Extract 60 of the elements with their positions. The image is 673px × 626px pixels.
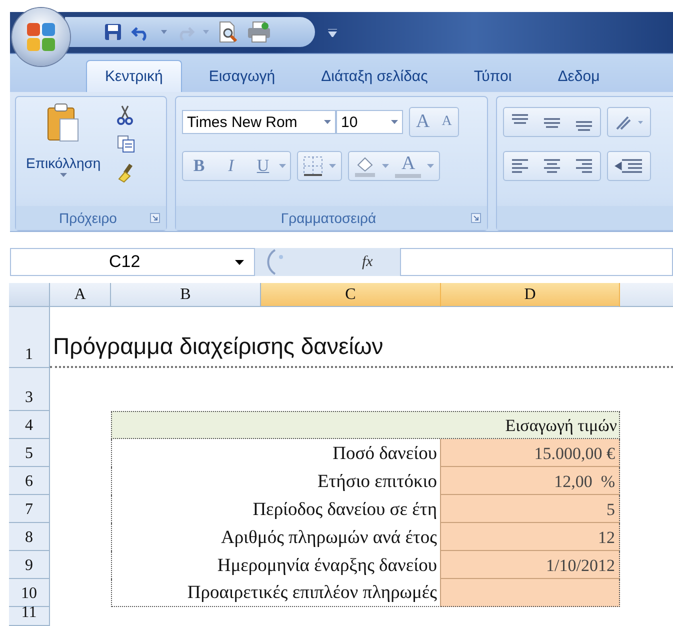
row-header[interactable]: 8	[9, 523, 50, 551]
paste-button[interactable]: Επικόλληση	[22, 103, 105, 200]
column-header[interactable]: D	[441, 283, 620, 307]
decrease-indent-icon[interactable]	[614, 157, 644, 175]
dialog-launcher-icon[interactable]	[150, 213, 160, 223]
ribbon-tab[interactable]: Κεντρική	[86, 60, 182, 92]
dialog-launcher-icon[interactable]	[471, 213, 481, 223]
group-label: Γραμματοσειρά	[280, 210, 378, 226]
print-preview-icon[interactable]	[217, 21, 239, 43]
clipboard-icon	[46, 103, 80, 143]
group-label: Πρόχειρο	[58, 210, 118, 226]
row-header[interactable]: 11	[9, 607, 50, 626]
formula-input[interactable]	[400, 248, 673, 276]
save-icon[interactable]	[103, 22, 123, 42]
table-cell: 5	[441, 495, 620, 523]
fill-color-icon[interactable]	[354, 155, 376, 177]
borders-icon[interactable]	[303, 156, 324, 176]
cut-icon[interactable]	[116, 105, 133, 125]
row-header[interactable]: 1	[9, 307, 50, 368]
caret-icon	[60, 173, 67, 177]
office-button[interactable]	[12, 8, 70, 66]
column-header[interactable]: C	[261, 283, 441, 307]
dropdown-caret-icon	[235, 260, 244, 264]
row-header[interactable]: 10	[9, 579, 50, 607]
row-header[interactable]: 3	[9, 368, 50, 411]
table-cell: 12,00 %	[441, 467, 620, 495]
caret-icon	[391, 120, 398, 124]
font-name-field[interactable]: Times New Rom	[182, 110, 336, 134]
ribbon-tab[interactable]: Δεδομ	[538, 60, 619, 92]
row-header[interactable]: 5	[9, 439, 50, 467]
row-header[interactable]: 7	[9, 495, 50, 523]
align-right-icon[interactable]	[574, 157, 594, 175]
caret-icon	[427, 164, 434, 168]
table-cell: 15.000,00 €	[441, 439, 620, 467]
ribbon-tab[interactable]: Εισαγωγή	[190, 60, 294, 92]
header-strip	[620, 283, 673, 307]
align-left-icon[interactable]	[510, 157, 530, 175]
caret-icon	[382, 164, 390, 168]
copy-icon[interactable]	[116, 135, 135, 153]
customize-caret-icon[interactable]	[328, 29, 337, 37]
row-header[interactable]: 9	[9, 551, 50, 579]
printer-icon[interactable]	[247, 21, 271, 43]
logo-icon	[26, 22, 56, 52]
insert-function-button[interactable]: fx	[358, 254, 377, 270]
column-header[interactable]: B	[111, 283, 261, 307]
font-size-field[interactable]: 10	[336, 110, 403, 134]
table-cell: 1/10/2012	[441, 551, 620, 579]
column-heading: Εισαγωγή τιμών	[505, 416, 617, 436]
caret-icon	[329, 164, 336, 168]
ribbon-tab[interactable]: Διάταξη σελίδας	[302, 60, 447, 92]
column-header[interactable]: A	[50, 283, 111, 307]
ribbon-tab[interactable]: Τύποι	[454, 60, 531, 92]
table-cell: 12	[441, 523, 620, 551]
caret-icon	[279, 164, 286, 168]
align-center-icon[interactable]	[542, 157, 562, 175]
row-header[interactable]: 6	[9, 467, 50, 495]
caret-icon	[324, 120, 331, 124]
name-box[interactable]: C12	[10, 248, 255, 276]
row-header[interactable]: 4	[9, 411, 50, 439]
sheet-title: Πρόγραμμα διαχείρισης δανείων	[50, 307, 673, 368]
